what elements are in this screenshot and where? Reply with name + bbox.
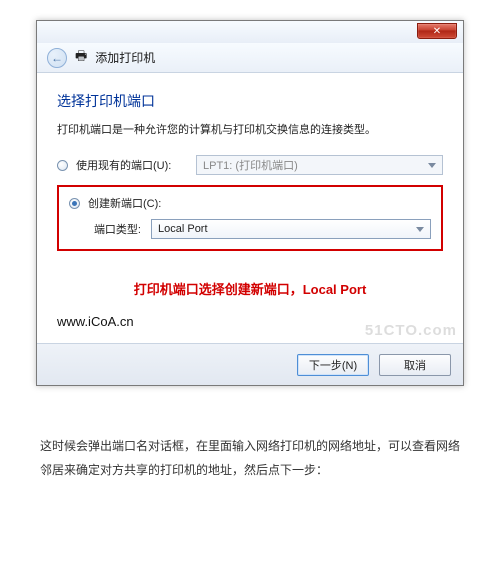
annotation-text: 打印机端口选择创建新端口，Local Port xyxy=(57,279,443,298)
close-button[interactable]: ✕ xyxy=(417,23,457,39)
chevron-down-icon xyxy=(416,227,424,232)
page-description: 打印机端口是一种允许您的计算机与打印机交换信息的连接类型。 xyxy=(57,121,443,137)
back-button[interactable]: ← xyxy=(47,48,67,68)
highlight-box: 创建新端口(C): 端口类型: Local Port xyxy=(57,185,443,251)
port-type-value: Local Port xyxy=(158,223,208,235)
site-watermark: www.iCoA.cn xyxy=(57,314,134,329)
chevron-down-icon xyxy=(428,163,436,168)
next-button[interactable]: 下一步(N) xyxy=(297,354,369,376)
radio-existing-label: 使用现有的端口(U): xyxy=(76,157,188,173)
existing-port-value: LPT1: (打印机端口) xyxy=(203,157,298,173)
radio-create-new-label: 创建新端口(C): xyxy=(88,195,161,211)
cancel-button[interactable]: 取消 xyxy=(379,354,451,376)
option-create-new[interactable]: 创建新端口(C): xyxy=(69,195,431,211)
existing-port-combo: LPT1: (打印机端口) xyxy=(196,155,443,175)
port-type-row: 端口类型: Local Port xyxy=(69,219,431,239)
dialog-footer: 51CTO.com 下一步(N) 取消 xyxy=(37,343,463,385)
port-type-label: 端口类型: xyxy=(69,221,141,237)
radio-create-new[interactable] xyxy=(69,198,80,209)
document-caption: 这时候会弹出端口名对话框，在里面输入网络打印机的网络地址，可以查看网络邻居来确定… xyxy=(36,434,464,482)
window-title: 添加打印机 xyxy=(95,49,155,66)
option-use-existing[interactable]: 使用现有的端口(U): LPT1: (打印机端口) xyxy=(57,155,443,175)
close-icon: ✕ xyxy=(433,26,441,37)
dialog-body: 选择打印机端口 打印机端口是一种允许您的计算机与打印机交换信息的连接类型。 使用… xyxy=(37,73,463,343)
printer-icon: 🖶 xyxy=(75,47,87,69)
document-page: ✕ ← 🖶 添加打印机 选择打印机端口 打印机端口是一种允许您的计算机与打印机交… xyxy=(0,0,500,482)
wizard-header: ← 🖶 添加打印机 xyxy=(37,43,463,73)
ghost-watermark: 51CTO.com xyxy=(365,322,457,339)
add-printer-dialog: ✕ ← 🖶 添加打印机 选择打印机端口 打印机端口是一种允许您的计算机与打印机交… xyxy=(36,20,464,386)
page-heading: 选择打印机端口 xyxy=(57,91,443,111)
titlebar: ✕ xyxy=(37,21,463,43)
port-type-combo[interactable]: Local Port xyxy=(151,219,431,239)
back-arrow-icon: ← xyxy=(51,51,63,65)
radio-existing[interactable] xyxy=(57,160,68,171)
